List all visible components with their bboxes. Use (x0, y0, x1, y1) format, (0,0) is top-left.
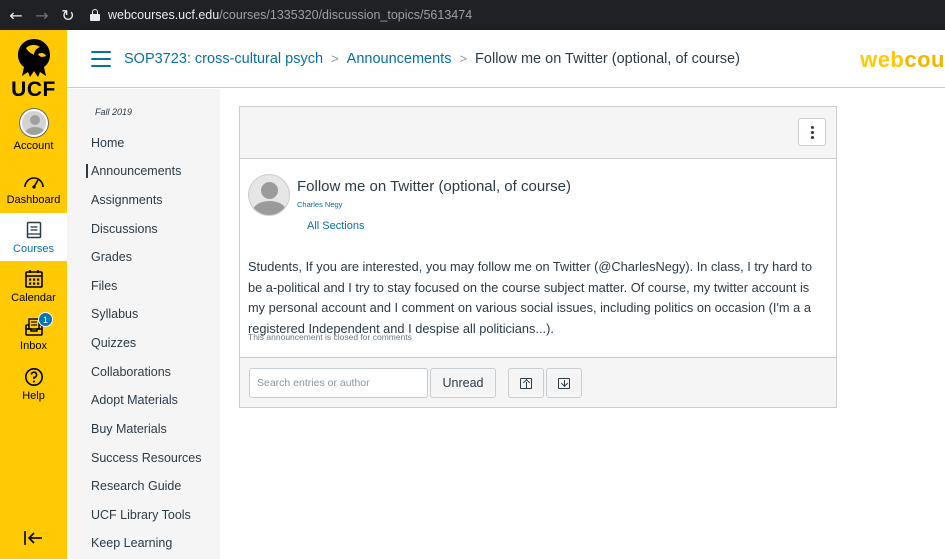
course-nav-grades[interactable]: Grades (91, 250, 132, 264)
account-avatar-icon (19, 109, 48, 137)
global-nav-account[interactable]: Account (0, 109, 67, 158)
chevron-right-icon: > (331, 51, 339, 66)
course-nav-success-resources[interactable]: Success Resources (91, 451, 201, 465)
course-nav-collaborations[interactable]: Collaborations (91, 365, 171, 379)
collapse-up-icon (520, 377, 532, 389)
hamburger-menu-icon[interactable] (91, 50, 111, 67)
course-nav-assignments[interactable]: Assignments (91, 193, 163, 207)
course-nav-announcements[interactable]: Announcements (86, 164, 181, 178)
breadcrumb-announcements[interactable]: Announcements (347, 51, 452, 67)
global-nav-label: Account (13, 140, 54, 152)
help-icon (24, 368, 43, 386)
collapse-all-button[interactable] (546, 368, 582, 398)
global-nav-help[interactable]: Help (0, 364, 67, 406)
url-path: /courses/1335320/discussion_topics/56134… (219, 8, 473, 22)
announcement-body: Students, If you are interested, you may… (248, 259, 812, 337)
course-nav-keep-learning[interactable]: Keep Learning (91, 536, 172, 550)
global-nav-calendar[interactable]: Calendar (0, 266, 67, 308)
author-name-link[interactable]: Charles Negy (297, 200, 342, 209)
global-nav-courses[interactable]: Courses (0, 213, 67, 261)
inbox-badge: 1 (38, 312, 53, 327)
dashboard-icon (23, 177, 44, 189)
breadcrumb-current: Follow me on Twitter (optional, of cours… (475, 50, 740, 67)
course-nav-library-tools[interactable]: UCF Library Tools (91, 508, 191, 522)
course-nav-home[interactable]: Home (91, 136, 124, 150)
global-nav: UCF Account Dashboard Courses Calendar 1… (0, 30, 67, 559)
card-header (240, 107, 836, 159)
address-bar[interactable]: webcourses.ucf.edu/courses/1335320/discu… (90, 4, 945, 26)
course-nav-files[interactable]: Files (91, 279, 117, 293)
course-header: SOP3723: cross-cultural psych > Announce… (67, 30, 945, 88)
collapse-nav-icon[interactable] (22, 528, 44, 548)
course-nav-quizzes[interactable]: Quizzes (91, 336, 136, 350)
sections-label: All Sections (307, 220, 365, 232)
webcourses-brand-logo: webcou (860, 47, 945, 72)
ucf-logo[interactable]: UCF (0, 30, 67, 105)
course-nav-discussions[interactable]: Discussions (91, 222, 158, 236)
comments-closed-note: This announcement is closed for comments (248, 332, 412, 342)
forward-arrow-icon[interactable]: → (32, 5, 52, 25)
global-nav-dashboard[interactable]: Dashboard (0, 168, 67, 208)
breadcrumb-course[interactable]: SOP3723: cross-cultural psych (124, 51, 323, 67)
global-nav-label: Dashboard (6, 194, 61, 206)
global-nav-label: Help (22, 390, 45, 402)
global-nav-inbox[interactable]: 1 Inbox (0, 312, 67, 356)
unread-filter-button[interactable]: Unread (430, 368, 496, 398)
pegasus-logo-icon (17, 39, 50, 77)
expand-all-button[interactable] (508, 368, 544, 398)
discussion-toolbar: Unread (240, 357, 836, 407)
author-avatar[interactable] (248, 174, 290, 216)
global-nav-label: Calendar (11, 292, 56, 304)
logo-text: UCF (11, 78, 56, 101)
expand-down-icon (558, 377, 570, 389)
global-nav-label: Inbox (20, 340, 47, 352)
announcement-card: Follow me on Twitter (optional, of cours… (239, 106, 837, 408)
chevron-right-icon: > (459, 51, 468, 66)
course-nav-buy-materials[interactable]: Buy Materials (91, 422, 167, 436)
course-nav-adopt-materials[interactable]: Adopt Materials (91, 393, 178, 407)
courses-icon (26, 221, 41, 239)
reload-icon[interactable]: ↻ (58, 5, 78, 25)
course-nav: Fall 2019 Home Announcements Assignments… (67, 89, 220, 559)
calendar-icon (24, 270, 43, 288)
search-input[interactable] (249, 368, 428, 398)
course-nav-research-guide[interactable]: Research Guide (91, 479, 181, 493)
back-arrow-icon[interactable]: ← (6, 5, 26, 25)
url-domain: webcourses.ucf.edu (108, 8, 220, 22)
term-label: Fall 2019 (95, 107, 133, 117)
global-nav-label: Courses (13, 243, 54, 255)
announcement-title: Follow me on Twitter (optional, of cours… (297, 178, 572, 195)
lock-icon (90, 9, 100, 21)
course-nav-syllabus[interactable]: Syllabus (91, 307, 138, 321)
more-options-icon[interactable] (798, 118, 826, 146)
breadcrumb: SOP3723: cross-cultural psych > Announce… (124, 51, 740, 67)
browser-toolbar: ← → ↻ webcourses.ucf.edu/courses/1335320… (0, 0, 945, 30)
